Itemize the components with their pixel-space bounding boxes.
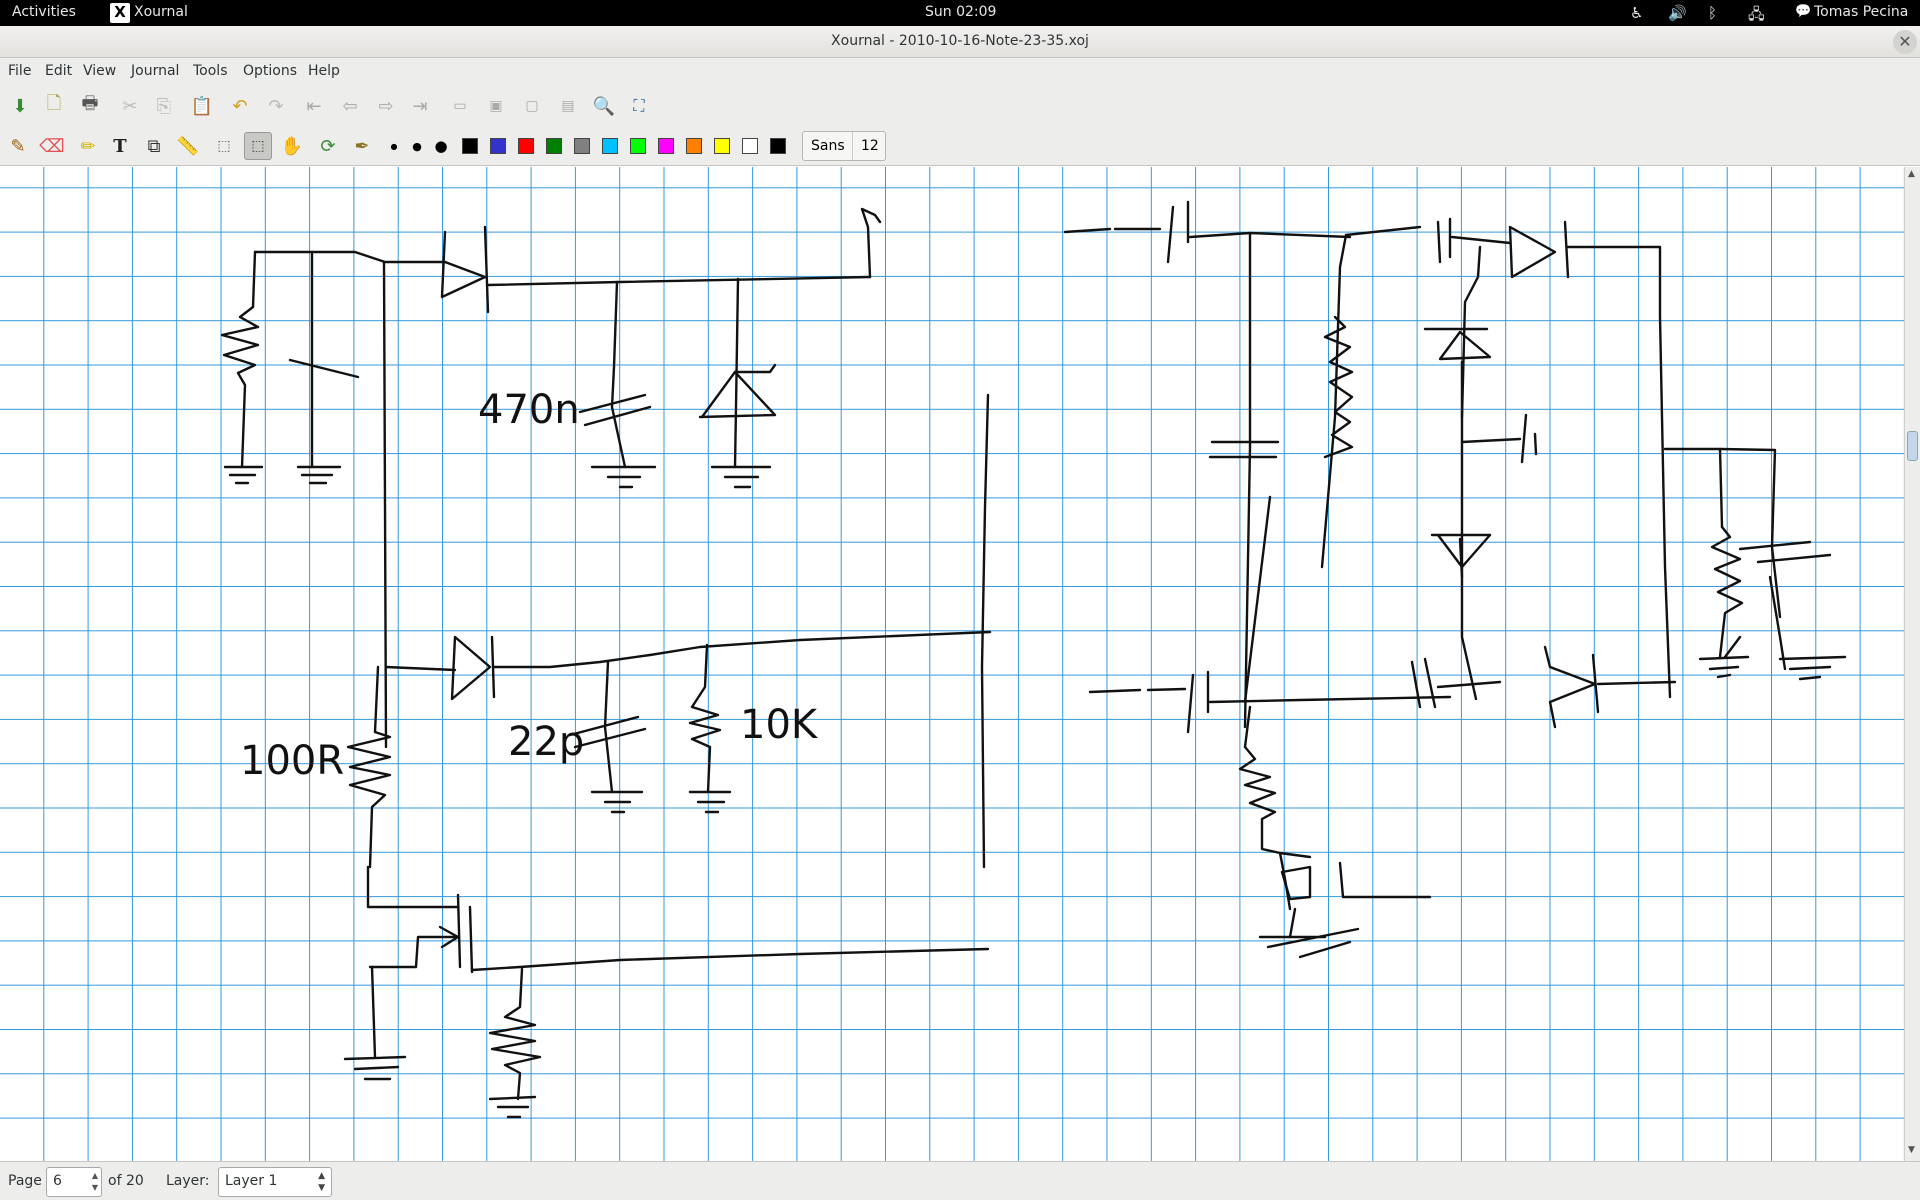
pen-icon[interactable]: ✎ [4, 132, 32, 160]
paste-icon[interactable]: 📋 [188, 92, 216, 120]
color-magenta-swatch[interactable] [658, 138, 674, 154]
zoom-fit-icon[interactable]: ▣ [482, 92, 510, 120]
text-tool-icon[interactable]: T [106, 132, 134, 160]
layer-label: Layer: [166, 1173, 210, 1189]
close-window-button[interactable]: ✕ [1893, 30, 1917, 54]
first-page-icon[interactable]: ⇤ [300, 92, 328, 120]
copy-icon[interactable]: ⎘ [150, 92, 178, 120]
page-spinbox[interactable]: 6 ▲ ▼ [46, 1167, 102, 1197]
status-bar: Page 6 ▲ ▼ of 20 Layer: Layer 1 ▲ ▼ [0, 1161, 1920, 1200]
color-red-swatch[interactable] [518, 138, 534, 154]
layer-value: Layer 1 [225, 1173, 278, 1189]
fullscreen-icon[interactable]: ⛶ [625, 92, 653, 120]
save-icon[interactable]: ⬇ [6, 92, 34, 120]
color-lightgreen-swatch[interactable] [630, 138, 646, 154]
thickness-thick-icon[interactable]: ● [427, 132, 455, 160]
spin-arrows-icon[interactable]: ▲ ▼ [92, 1170, 98, 1194]
label-10k: 10K [740, 702, 819, 748]
zoom-set-icon[interactable]: 🔍 [590, 92, 618, 120]
default-pen-icon[interactable]: ✒ [348, 132, 376, 160]
label-470n: 470n [478, 387, 580, 433]
color-black-swatch[interactable] [462, 138, 478, 154]
undo-icon[interactable]: ↶ [226, 92, 254, 120]
vertical-scrollbar[interactable]: ▲ ▼ [1904, 167, 1920, 1161]
clock[interactable]: Sun 02:09 [925, 4, 996, 20]
color-blue-swatch[interactable] [490, 138, 506, 154]
eraser-icon[interactable]: ⌫ [38, 132, 66, 160]
menu-tools[interactable]: Tools [193, 63, 228, 79]
last-page-icon[interactable]: ⇥ [406, 92, 434, 120]
system-top-bar: Activities X Xournal Sun 02:09 ♿ 🔊 ᛒ 🖧 💬… [0, 0, 1920, 26]
menu-file[interactable]: File [8, 63, 31, 79]
page-count: of 20 [108, 1173, 144, 1189]
hand-tool-icon[interactable]: ✋ [278, 132, 306, 160]
zoom-width-icon[interactable]: ▤ [554, 92, 582, 120]
font-size: 12 [861, 138, 879, 154]
layer-select[interactable]: Layer 1 ▲ ▼ [218, 1167, 332, 1197]
scroll-down-icon[interactable]: ▼ [1908, 1145, 1915, 1155]
drawing-canvas[interactable]: 470n 22p 10K 100R [0, 167, 1904, 1161]
tools-toolbar: ✎ ⌫ ✏ T ⧉ 📏 ⬚ ⬚ ✋ ⟳ ✒ ● ● ● Sans 12 [0, 126, 1920, 166]
menu-options[interactable]: Options [243, 63, 297, 79]
menu-bar: File Edit View Journal Tools Options Hel… [0, 58, 1920, 86]
page-value: 6 [53, 1173, 62, 1189]
label-22p: 22p [508, 719, 584, 765]
redo-icon[interactable]: ↷ [262, 92, 290, 120]
color-current-swatch[interactable] [770, 138, 786, 154]
scrollbar-thumb[interactable] [1907, 431, 1918, 461]
next-page-icon[interactable]: ⇨ [372, 92, 400, 120]
menu-journal[interactable]: Journal [131, 63, 179, 79]
menu-help[interactable]: Help [308, 63, 340, 79]
label-100r: 100R [240, 738, 344, 784]
volume-icon[interactable]: 🔊 [1668, 4, 1687, 22]
user-menu[interactable]: Tomas Pecina [1814, 4, 1908, 20]
bluetooth-icon[interactable]: ᛒ [1708, 4, 1717, 22]
cut-icon[interactable]: ✂ [116, 92, 144, 120]
xournal-app-icon: X [110, 3, 130, 23]
accessibility-icon[interactable]: ♿ [1630, 4, 1643, 22]
main-toolbar: ⬇ 🗋 🖶 ✂ ⎘ 📋 ↶ ↷ ⇤ ⇦ ⇨ ⇥ ▭ ▣ ▢ ▤ 🔍 ⛶ [0, 86, 1920, 126]
new-document-icon[interactable]: 🗋 [40, 92, 68, 120]
chat-icon[interactable]: 💬 [1795, 4, 1811, 19]
color-green-swatch[interactable] [546, 138, 562, 154]
color-gray-swatch[interactable] [574, 138, 590, 154]
window-titlebar: Xournal - 2010-10-16-Note-23-35.xoj ✕ [0, 26, 1920, 58]
activities-button[interactable]: Activities [12, 4, 76, 20]
layer-dropdown-icon[interactable]: ▲ ▼ [318, 1170, 325, 1194]
font-button[interactable]: Sans 12 [802, 131, 886, 161]
previous-page-icon[interactable]: ⇦ [336, 92, 364, 120]
menu-view[interactable]: View [83, 63, 116, 79]
default-tool-icon[interactable]: ⟳ [314, 132, 342, 160]
color-orange-swatch[interactable] [686, 138, 702, 154]
page-label: Page [8, 1173, 42, 1189]
app-menu[interactable]: Xournal [134, 4, 188, 20]
color-lightblue-swatch[interactable] [602, 138, 618, 154]
scroll-up-icon[interactable]: ▲ [1908, 169, 1915, 179]
zoom-out-icon[interactable]: ▭ [446, 92, 474, 120]
font-name: Sans [811, 138, 845, 154]
circuit-sketch[interactable]: 470n 22p 10K 100R [0, 167, 1904, 1161]
font-divider [852, 132, 853, 160]
color-white-swatch[interactable] [742, 138, 758, 154]
shape-recognizer-icon[interactable]: ⧉ [140, 132, 168, 160]
window-title: Xournal - 2010-10-16-Note-23-35.xoj [831, 33, 1089, 49]
select-rectangle-icon[interactable]: ⬚ [244, 132, 272, 160]
zoom-in-icon[interactable]: ▢ [518, 92, 546, 120]
ruler-icon[interactable]: 📏 [174, 132, 202, 160]
print-icon[interactable]: 🖶 [76, 92, 104, 120]
grid-background [0, 167, 1904, 1161]
highlighter-icon[interactable]: ✏ [74, 132, 102, 160]
menu-edit[interactable]: Edit [45, 63, 72, 79]
select-region-icon[interactable]: ⬚ [210, 132, 238, 160]
color-yellow-swatch[interactable] [714, 138, 730, 154]
